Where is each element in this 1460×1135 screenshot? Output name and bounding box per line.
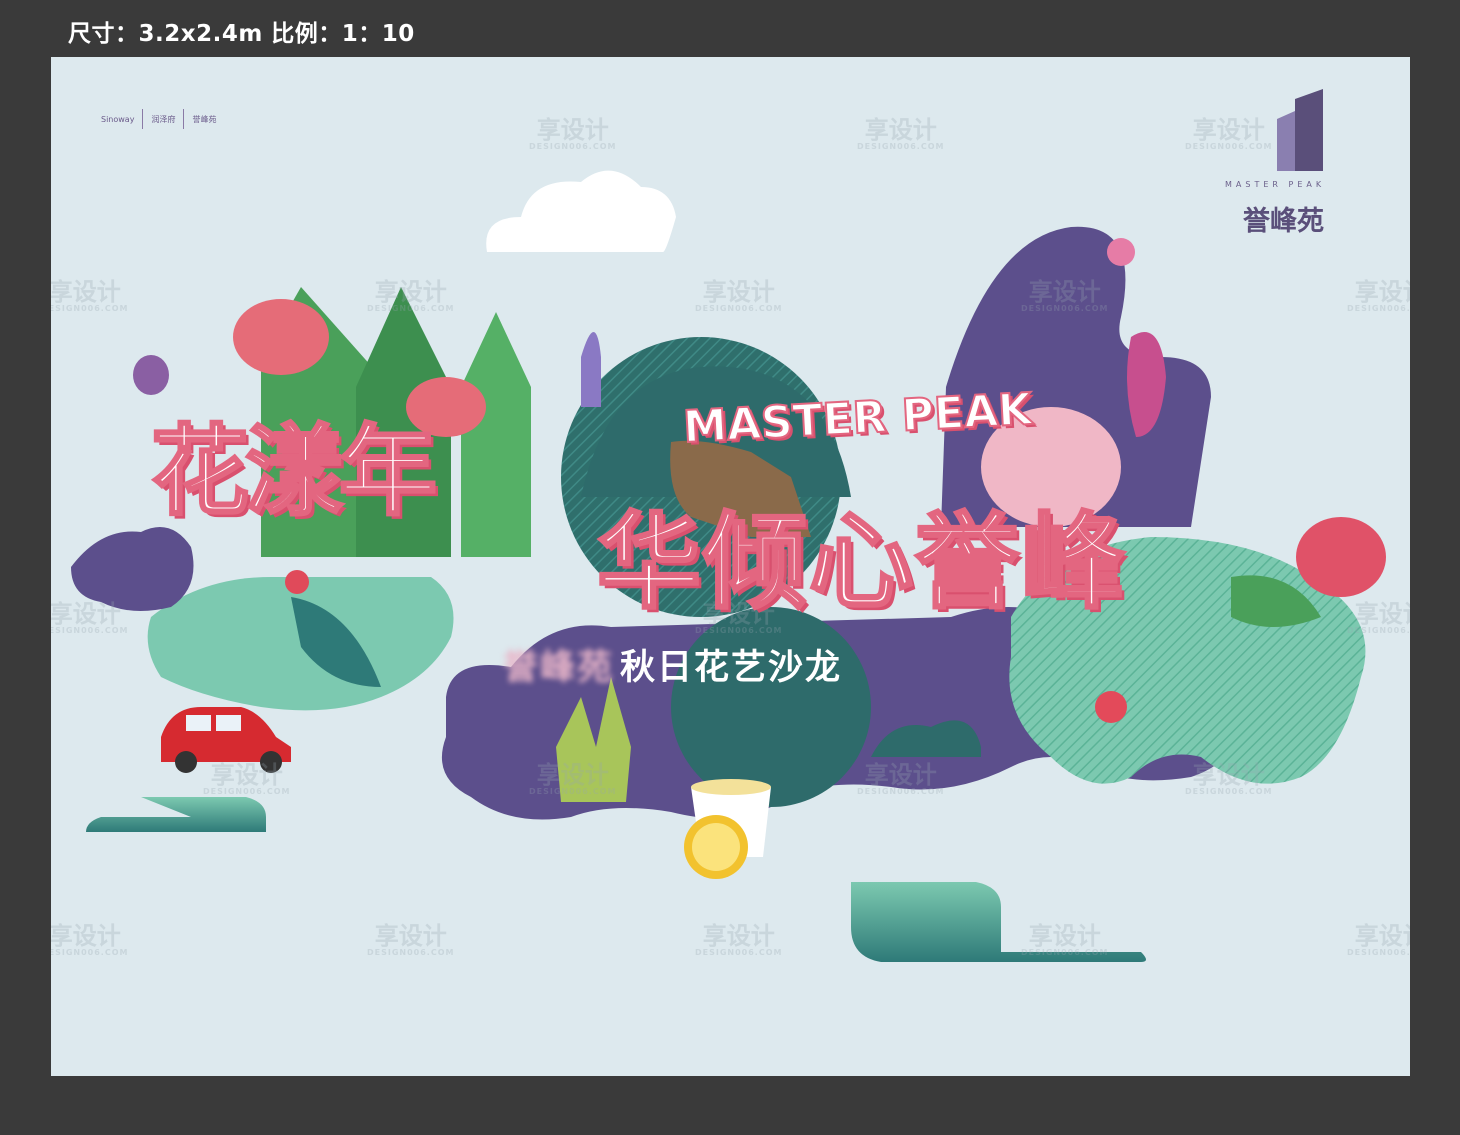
subtitle-brand: 誉峰苑 — [503, 647, 615, 688]
building-logo-icon — [1277, 89, 1323, 171]
teal-bar-1 — [86, 797, 266, 832]
partner-logo: 润泽府 — [151, 114, 176, 124]
red-dot — [1095, 691, 1127, 723]
watermark: 享设计DESIGN006.COM — [203, 761, 291, 797]
cloud-shape — [486, 170, 676, 252]
watermark: 享设计DESIGN006.COM — [1021, 922, 1109, 958]
watermark: 享设计DESIGN006.COM — [51, 922, 129, 958]
watermark: 享设计DESIGN006.COM — [1185, 116, 1273, 152]
watermark: 享设计DESIGN006.COM — [695, 278, 783, 314]
watermark: 享设计DESIGN006.COM — [857, 761, 945, 797]
watermark: 享设计DESIGN006.COM — [51, 278, 129, 314]
watermark: 享设计DESIGN006.COM — [367, 278, 455, 314]
watermark: 享设计DESIGN006.COM — [529, 761, 617, 797]
watermark: 享设计DESIGN006.COM — [529, 116, 617, 152]
teal-disc — [671, 607, 871, 807]
tree-3 — [461, 312, 531, 557]
logo-chinese: 誉峰苑 — [1243, 206, 1324, 237]
watermark: 享设计DESIGN006.COM — [857, 116, 945, 152]
tea-cup — [684, 779, 771, 879]
watermark: 享设计DESIGN006.COM — [1021, 278, 1109, 314]
pink-flower-right — [1296, 517, 1386, 597]
pink-flower-left — [233, 299, 329, 375]
small-flower — [1107, 238, 1135, 266]
purple-rock-left — [71, 527, 194, 611]
spec-label: 尺寸：3.2x2.4m 比例：1：10 — [68, 21, 415, 47]
title-line-1: 花漾年 — [149, 414, 438, 531]
watermark: 享设计DESIGN006.COM — [1347, 922, 1410, 958]
purple-bulb — [581, 332, 601, 407]
subtitle-text: 秋日花艺沙龙 — [620, 647, 843, 688]
logo-english: MASTER PEAK — [1225, 180, 1326, 189]
bird — [133, 355, 169, 395]
partner-logos: Sinoway 润泽府 誉峰苑 — [101, 109, 216, 129]
divider — [142, 109, 144, 129]
watermark: 享设计DESIGN006.COM — [1347, 600, 1410, 636]
divider — [183, 109, 185, 129]
watermark: 享设计DESIGN006.COM — [695, 922, 783, 958]
watermark: 享设计DESIGN006.COM — [51, 600, 129, 636]
watermark: 享设计DESIGN006.COM — [1347, 278, 1410, 314]
subtitle: 誉峰苑 秋日花艺沙龙 — [503, 639, 842, 690]
partner-logo: 誉峰苑 — [192, 114, 217, 124]
title-line-2: 华倾心誉峰 — [595, 500, 1128, 625]
watermark: 享设计DESIGN006.COM — [367, 922, 455, 958]
watermark: 享设计DESIGN006.COM — [1185, 761, 1273, 797]
partner-logo: Sinoway — [101, 114, 135, 124]
poster-canvas: 享设计 DESIGN006.COM 享设计 DESIGN006.COM 享设计 DES… — [51, 57, 1410, 1076]
small-red-flower — [285, 570, 309, 594]
